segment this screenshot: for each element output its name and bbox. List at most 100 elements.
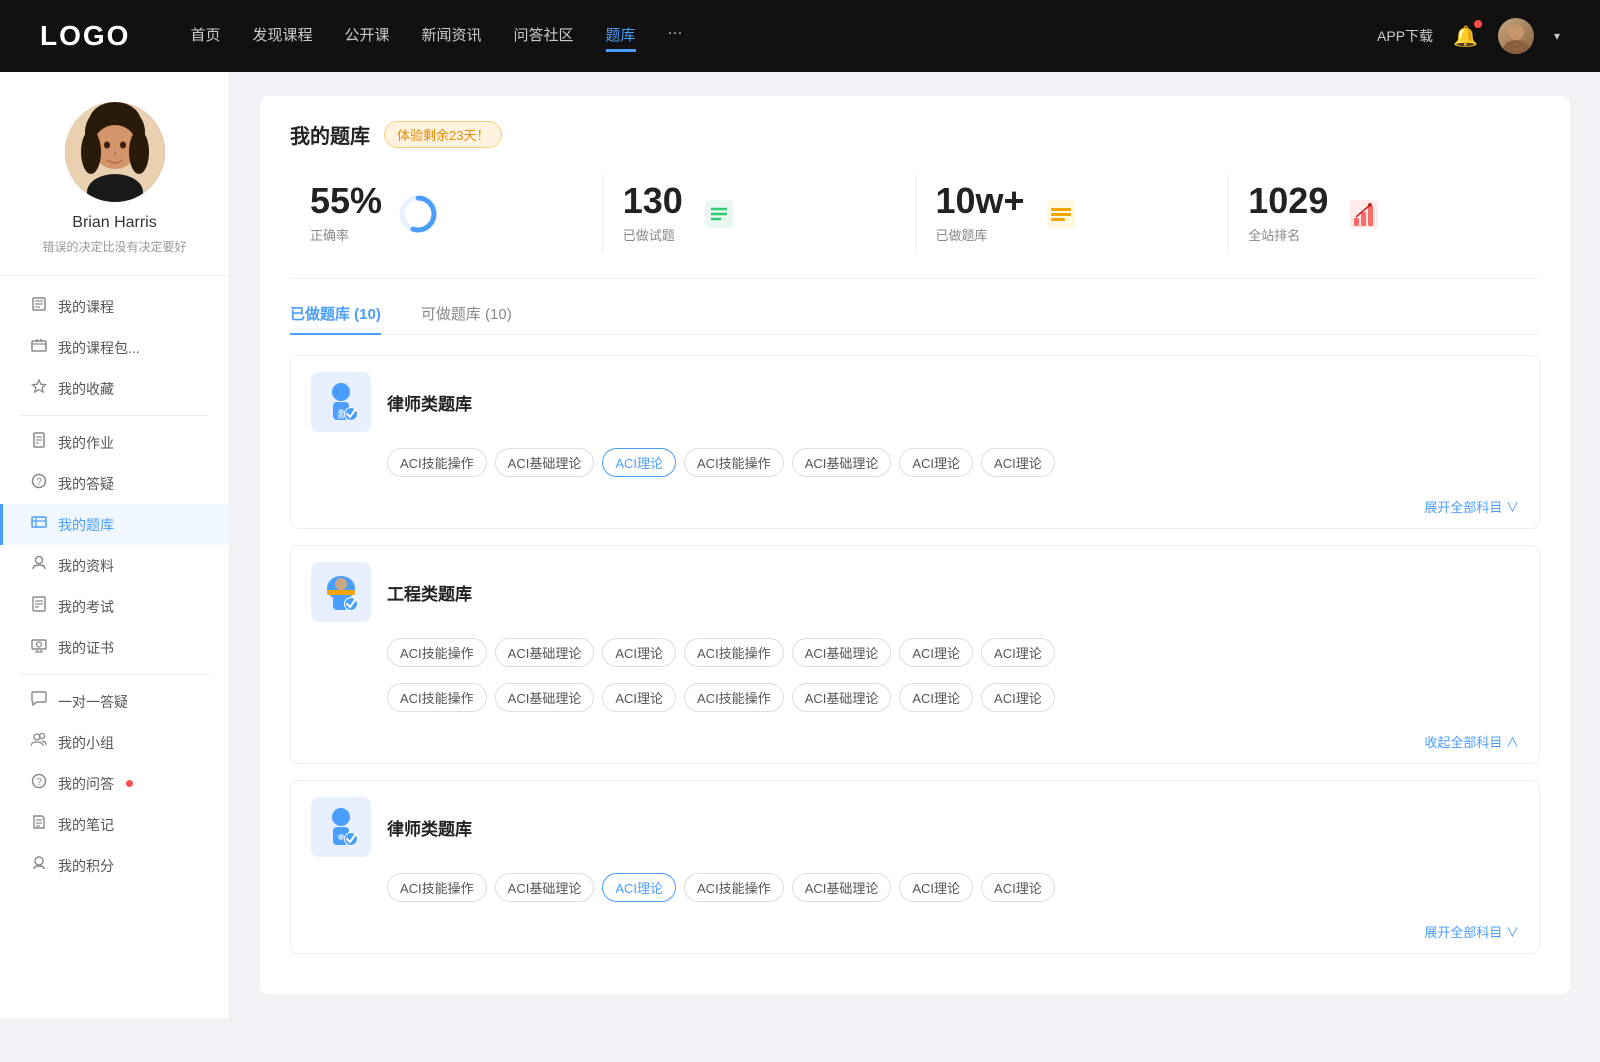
bank-tag[interactable]: ACI理论 bbox=[899, 873, 973, 902]
nav-open-course[interactable]: 公开课 bbox=[344, 20, 389, 52]
bank-tag-active[interactable]: ACI理论 bbox=[602, 448, 676, 477]
top-navigation: LOGO 首页 发现课程 公开课 新闻资讯 问答社区 题库 ··· APP下载 … bbox=[0, 0, 1600, 72]
expand-all-button-2[interactable]: 展开全部科目 ∨ bbox=[291, 918, 1539, 953]
bank-tag[interactable]: ACI技能操作 bbox=[684, 683, 784, 712]
sidebar-item-one-on-one[interactable]: 一对一答疑 bbox=[0, 681, 229, 722]
bell-icon: 🔔 bbox=[1453, 26, 1478, 48]
sidebar-item-homework[interactable]: 我的作业 bbox=[0, 422, 229, 463]
bank-tag[interactable]: ACI技能操作 bbox=[684, 638, 784, 667]
sidebar-item-questions[interactable]: ? 我的问答 bbox=[0, 763, 229, 804]
stats-row: 55% 正确率 130 已做试题 bbox=[290, 173, 1540, 279]
bank-tag[interactable]: ACI基础理论 bbox=[495, 448, 595, 477]
bank-tag[interactable]: ACI基础理论 bbox=[495, 873, 595, 902]
bank-tag[interactable]: ACI理论 bbox=[899, 638, 973, 667]
bank-tag[interactable]: ACI基础理论 bbox=[792, 638, 892, 667]
sidebar-item-notes[interactable]: 我的笔记 bbox=[0, 804, 229, 845]
sidebar-item-profile[interactable]: 我的资料 bbox=[0, 545, 229, 586]
star-icon bbox=[30, 378, 48, 399]
bank-header: 律师类题库 bbox=[291, 356, 1539, 448]
engineer-icon bbox=[311, 562, 371, 622]
bank-section-lawyer-1: 律师类题库 ACI技能操作 ACI基础理论 ACI理论 ACI技能操作 ACI基… bbox=[290, 355, 1540, 529]
rank-icon bbox=[1344, 194, 1384, 234]
main-card: 我的题库 体验剩余23天！ 55% 正确率 bbox=[260, 96, 1570, 994]
rank-label: 全站排名 bbox=[1248, 225, 1328, 244]
bank-tag[interactable]: ACI基础理论 bbox=[792, 873, 892, 902]
avatar-img bbox=[65, 102, 165, 202]
sidebar-label: 我的作业 bbox=[58, 433, 114, 453]
page-wrapper: Brian Harris 错误的决定比没有决定要好 我的课程 我的课程包... bbox=[0, 72, 1600, 1018]
exam-icon bbox=[30, 596, 48, 617]
bank-tag[interactable]: ACI理论 bbox=[899, 683, 973, 712]
bank-tag[interactable]: ACI技能操作 bbox=[387, 638, 487, 667]
done-questions-icon bbox=[699, 194, 739, 234]
svg-text:?: ? bbox=[36, 477, 42, 488]
app-download-link[interactable]: APP下载 bbox=[1377, 26, 1433, 46]
done-banks-number: 10w+ bbox=[936, 183, 1025, 219]
sidebar-item-group[interactable]: 我的小组 bbox=[0, 722, 229, 763]
bank-tag[interactable]: ACI技能操作 bbox=[387, 448, 487, 477]
bank-tag[interactable]: ACI理论 bbox=[981, 638, 1055, 667]
sidebar-label: 我的资料 bbox=[58, 556, 114, 576]
bank-tag[interactable]: ACI技能操作 bbox=[387, 873, 487, 902]
bank-header-engineer: 工程类题库 bbox=[291, 546, 1539, 638]
notification-bell[interactable]: 🔔 bbox=[1453, 24, 1478, 49]
sidebar-divider-2 bbox=[20, 674, 209, 675]
qa-icon: ? bbox=[30, 473, 48, 494]
lawyer-icon-2 bbox=[311, 797, 371, 857]
sidebar-item-certificate[interactable]: 我的证书 bbox=[0, 627, 229, 668]
sidebar-item-exam[interactable]: 我的考试 bbox=[0, 586, 229, 627]
bank-tag[interactable]: ACI技能操作 bbox=[684, 448, 784, 477]
profile-icon bbox=[30, 555, 48, 576]
bank-tag[interactable]: ACI理论 bbox=[602, 638, 676, 667]
bank-tags: ACI技能操作 ACI基础理论 ACI理论 ACI技能操作 ACI基础理论 AC… bbox=[291, 448, 1539, 493]
profile-name: Brian Harris bbox=[72, 214, 156, 232]
sidebar-label: 我的小组 bbox=[58, 733, 114, 753]
bank-tag[interactable]: ACI理论 bbox=[981, 873, 1055, 902]
nav-discover[interactable]: 发现课程 bbox=[252, 20, 312, 52]
bank-tag[interactable]: ACI理论 bbox=[899, 448, 973, 477]
course-icon bbox=[30, 296, 48, 317]
bank-section-engineer: 工程类题库 ACI技能操作 ACI基础理论 ACI理论 ACI技能操作 ACI基… bbox=[290, 545, 1540, 764]
sidebar-label: 我的题库 bbox=[58, 515, 114, 535]
bank-tag[interactable]: ACI技能操作 bbox=[684, 873, 784, 902]
certificate-icon bbox=[30, 637, 48, 658]
sidebar-label: 我的笔记 bbox=[58, 815, 114, 835]
tab-available-banks[interactable]: 可做题库 (10) bbox=[421, 303, 512, 334]
sidebar-item-qa[interactable]: ? 我的答疑 bbox=[0, 463, 229, 504]
stat-done-questions: 130 已做试题 bbox=[603, 173, 916, 254]
sidebar-item-bank[interactable]: 我的题库 bbox=[0, 504, 229, 545]
package-icon bbox=[30, 337, 48, 358]
avatar-image bbox=[1498, 18, 1534, 54]
bank-tag[interactable]: ACI技能操作 bbox=[387, 683, 487, 712]
bank-tag[interactable]: ACI基础理论 bbox=[495, 683, 595, 712]
sidebar-item-course-package[interactable]: 我的课程包... bbox=[0, 327, 229, 368]
question-dot-badge bbox=[126, 780, 133, 787]
bank-tags-row2: ACI技能操作 ACI基础理论 ACI理论 ACI技能操作 ACI基础理论 AC… bbox=[291, 683, 1539, 728]
expand-all-button[interactable]: 展开全部科目 ∨ bbox=[291, 493, 1539, 528]
bank-tag[interactable]: ACI基础理论 bbox=[792, 448, 892, 477]
bank-tag[interactable]: ACI基础理论 bbox=[495, 638, 595, 667]
nav-qa[interactable]: 问答社区 bbox=[514, 20, 574, 52]
tab-done-banks[interactable]: 已做题库 (10) bbox=[290, 303, 381, 334]
bank-tags-row1: ACI技能操作 ACI基础理论 ACI理论 ACI技能操作 ACI基础理论 AC… bbox=[291, 638, 1539, 683]
notification-badge bbox=[1474, 20, 1482, 28]
bank-tag[interactable]: ACI理论 bbox=[981, 448, 1055, 477]
bank-tag[interactable]: ACI基础理论 bbox=[792, 683, 892, 712]
user-avatar[interactable] bbox=[1498, 18, 1534, 54]
bank-tag[interactable]: ACI理论 bbox=[602, 683, 676, 712]
bank-title: 律师类题库 bbox=[387, 390, 472, 415]
sidebar-label: 我的积分 bbox=[58, 856, 114, 876]
collapse-all-button[interactable]: 收起全部科目 ∧ bbox=[291, 728, 1539, 763]
bank-tag[interactable]: ACI理论 bbox=[981, 683, 1055, 712]
sidebar-item-points[interactable]: 我的积分 bbox=[0, 845, 229, 886]
done-questions-label: 已做试题 bbox=[623, 225, 683, 244]
sidebar-item-my-course[interactable]: 我的课程 bbox=[0, 286, 229, 327]
bank-tag-active[interactable]: ACI理论 bbox=[602, 873, 676, 902]
nav-news[interactable]: 新闻资讯 bbox=[422, 20, 482, 52]
sidebar-menu: 我的课程 我的课程包... 我的收藏 我的作业 bbox=[0, 276, 229, 896]
nav-bank[interactable]: 题库 bbox=[606, 20, 636, 52]
sidebar-item-collection[interactable]: 我的收藏 bbox=[0, 368, 229, 409]
nav-home[interactable]: 首页 bbox=[190, 20, 220, 52]
nav-more[interactable]: ··· bbox=[668, 20, 683, 52]
user-menu-chevron[interactable]: ▾ bbox=[1554, 29, 1560, 43]
